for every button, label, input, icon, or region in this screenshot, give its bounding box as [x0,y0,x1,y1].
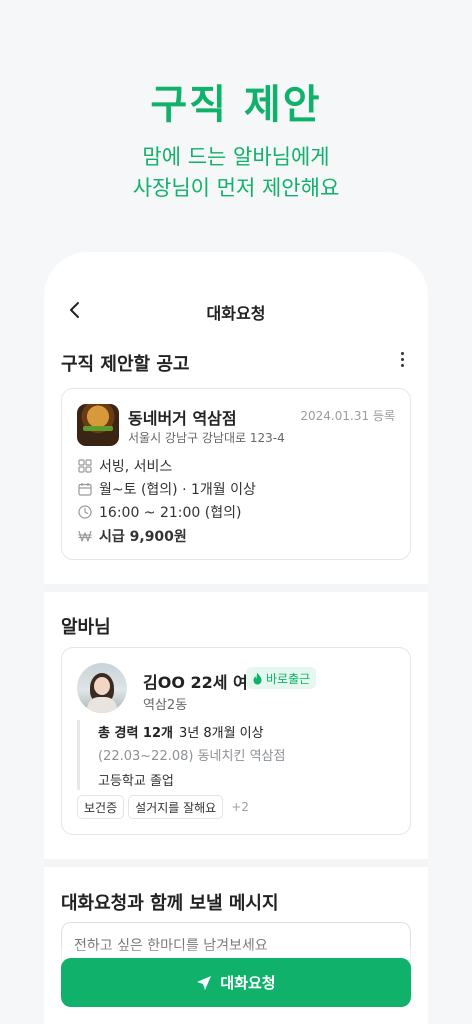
candidate-card[interactable]: 김OO 22세 여 바로출근 역삼2동 총 경력 12개 3년 8개월 이상 (2… [61,647,411,835]
candidate-name: 김OO 22세 여 [143,673,248,692]
top-bar: 대화요청 [44,296,428,326]
candidate-tags: 보건증 설거지를 잘해요 +2 [77,795,249,819]
section-divider [44,584,428,592]
career-duration: 3년 8개월 이상 [178,726,264,741]
candidate-location: 역삼2동 [143,698,188,713]
tag-item: 보건증 [77,795,125,819]
more-dot-icon [400,357,404,361]
message-section-title: 대화요청과 함께 보낼 메시지 [61,893,279,914]
more-options-button[interactable] [396,348,408,370]
career-total: 총 경력 12개 [98,726,173,741]
page-title: 대화요청 [206,304,266,323]
avatar [77,663,127,713]
job-posting-card[interactable]: 동네버거 역삼점 2024.01.31 등록 서울시 강남구 강남대로 123-… [61,388,411,560]
hero-subtitle-line2: 사장님이 먼저 제안해요 [132,176,340,200]
job-category: 서빙, 서비스 [99,459,173,475]
won-icon [77,528,93,544]
tag-item: 설거지를 잘해요 [128,795,224,819]
job-schedule: 월~토 (협의) · 1개월 이상 [99,482,256,498]
hero-subtitle: 맘에 드는 알바님에게 사장님이 먼저 제안해요 [0,142,472,204]
store-address: 서울시 강남구 강남대로 123-4 [128,431,285,445]
send-icon [197,975,212,990]
phone-screen: 대화요청 구직 제안할 공고 동네버거 역삼점 2024.01.31 등록 서울… [44,252,428,1024]
flame-icon [253,672,262,684]
candidate-section-title: 알바님 [61,617,111,638]
tags-more-count: +2 [231,800,249,814]
job-wage-row: 시급 9,900원 [77,526,187,546]
more-dot-icon [400,363,404,367]
career-summary: 총 경력 12개 3년 8개월 이상 (22.03~22.08) 동네치킨 역삼점… [77,720,377,790]
job-hours-row: 16:00 ~ 21:00 (협의) [77,502,241,522]
job-hours: 16:00 ~ 21:00 (협의) [99,505,242,521]
career-line: 총 경력 12개 3년 8개월 이상 [98,722,264,741]
job-wage: 시급 9,900원 [99,529,187,545]
hero-subtitle-line1: 맘에 드는 알바님에게 [142,145,330,169]
store-logo [77,404,119,446]
status-badge: 바로출근 [246,667,317,689]
job-section-title: 구직 제안할 공고 [61,354,190,375]
request-chat-button-label: 대화요청 [220,974,276,992]
clock-icon [77,504,93,520]
job-category-row: 서빙, 서비스 [77,456,172,476]
store-name: 동네버거 역삼점 [128,409,237,428]
job-schedule-row: 월~토 (협의) · 1개월 이상 [77,479,256,499]
request-chat-button[interactable]: 대화요청 [61,958,411,1007]
calendar-icon [77,481,93,497]
hero-title: 구직 제안 [150,82,322,128]
career-detail: (22.03~22.08) 동네치킨 역삼점 [98,749,286,764]
grid-icon [77,458,93,474]
status-badge-label: 바로출근 [266,671,311,686]
section-divider [44,859,428,867]
more-dot-icon [400,351,404,355]
education: 고등학교 졸업 [98,774,174,789]
posting-date: 2024.01.31 등록 [300,409,395,423]
